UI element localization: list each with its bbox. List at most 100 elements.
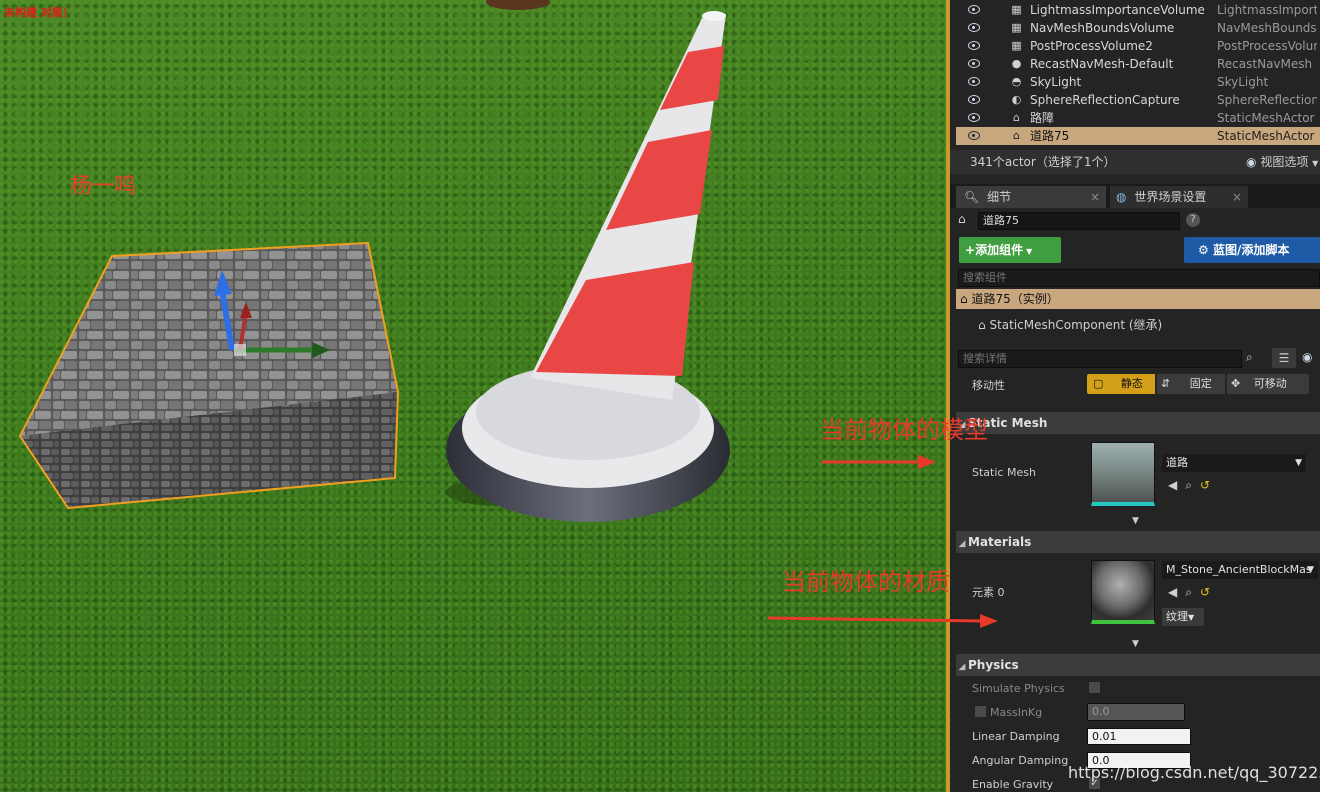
- simulate-physics-checkbox[interactable]: [1088, 681, 1101, 694]
- actor-name: 道路75: [1030, 129, 1070, 143]
- outliner-row[interactable]: ⌂ 路障 StaticMeshActor: [956, 109, 1320, 127]
- viewport-error-text: 未构建 对象）: [4, 6, 74, 19]
- material-element-label: 元素 0: [972, 586, 1005, 599]
- actor-type: SkyLight: [1217, 75, 1269, 89]
- view-options-label: 视图选项: [1260, 155, 1309, 169]
- mobility-stationary-button[interactable]: ⇵ 固定: [1157, 374, 1225, 394]
- eye-icon[interactable]: ◉: [1302, 350, 1312, 364]
- tab-details-label: 细节: [987, 190, 1012, 204]
- search-details-input[interactable]: [958, 350, 1242, 368]
- physics-section-header[interactable]: ◢ Physics: [956, 654, 1320, 676]
- material-value: M_Stone_AncientBlockMas: [1166, 563, 1312, 576]
- reset-icon[interactable]: ↺: [1200, 585, 1218, 599]
- outliner-row[interactable]: ● RecastNavMesh-Default RecastNavMesh: [956, 55, 1320, 73]
- expand-arrow-icon[interactable]: ▼: [1132, 639, 1139, 649]
- tab-details[interactable]: 🔍︎ 细节 ×: [956, 186, 1106, 208]
- visibility-eye-icon[interactable]: [968, 59, 980, 68]
- static-icon: ▢: [1093, 377, 1104, 390]
- outliner-row[interactable]: ▦ PostProcessVolume2 PostProcessVolur: [956, 37, 1320, 55]
- actor-type: LightmassImporta: [1217, 3, 1317, 17]
- visibility-eye-icon[interactable]: [968, 41, 980, 50]
- level-viewport[interactable]: 未构建 对象） 杨一鸣: [0, 0, 946, 792]
- blueprint-script-button[interactable]: ⚙ 蓝图/添加脚本: [1184, 237, 1320, 263]
- add-component-button[interactable]: +添加组件 ▼: [959, 237, 1061, 263]
- visibility-eye-icon[interactable]: [968, 23, 980, 32]
- visibility-eye-icon[interactable]: [968, 95, 980, 104]
- static-mesh-asset-tools: ◀⌕↺: [1168, 478, 1218, 493]
- static-mesh-icon: ⌂: [960, 292, 968, 306]
- texture-label: 纹理: [1166, 610, 1188, 623]
- tab-world-settings[interactable]: ◍ 世界场景设置 ×: [1110, 186, 1248, 208]
- viewport-scene: [18, 0, 730, 522]
- expand-arrow-icon[interactable]: ▼: [1132, 516, 1139, 526]
- sphere-icon: ●: [1011, 57, 1022, 70]
- actor-icon: ⌂: [958, 212, 966, 226]
- texture-dropdown-button[interactable]: 纹理▼: [1162, 608, 1204, 626]
- visibility-eye-icon[interactable]: [968, 131, 980, 140]
- volume-icon: ▦: [1011, 39, 1022, 52]
- mobility-label: 移动性: [972, 379, 1005, 392]
- static-label: 静态: [1120, 377, 1143, 390]
- volume-icon: ▦: [1011, 21, 1022, 34]
- outliner-row-selected[interactable]: ⌂ 道路75 StaticMeshActor: [956, 127, 1320, 145]
- visibility-eye-icon[interactable]: [968, 5, 980, 14]
- outliner-footer: 341个actor（选择了1个） ◉ 视图选项 ▼: [950, 150, 1320, 174]
- component-instance-row[interactable]: ⌂ 道路75（实例）: [956, 289, 1320, 309]
- collapse-arrow-icon: ◢: [958, 662, 966, 672]
- static-mesh-section-header[interactable]: ◢ Static Mesh: [956, 412, 1320, 434]
- static-mesh-label: Static Mesh: [972, 466, 1036, 479]
- visibility-eye-icon[interactable]: [968, 113, 980, 122]
- outliner-row[interactable]: ▦ LightmassImportanceVolume LightmassImp…: [956, 1, 1320, 19]
- chevron-down-icon: ▼: [1188, 613, 1195, 622]
- browse-search-icon[interactable]: ⌕: [1185, 585, 1200, 599]
- use-selected-arrow-icon[interactable]: ◀: [1168, 585, 1185, 599]
- materials-section-header[interactable]: ◢ Materials: [956, 531, 1320, 553]
- actor-count: 341个actor（选择了1个）: [970, 155, 1116, 169]
- actor-name: SphereReflectionCapture: [1030, 93, 1180, 107]
- linear-damping-input[interactable]: 0.01: [1087, 728, 1191, 745]
- material-asset-tools: ◀⌕↺: [1168, 585, 1218, 600]
- use-selected-arrow-icon[interactable]: ◀: [1168, 478, 1185, 492]
- static-mesh-icon: ⌂: [978, 318, 986, 332]
- actor-name: SkyLight: [1030, 75, 1082, 89]
- mass-input[interactable]: 0.0: [1087, 703, 1185, 721]
- volume-icon: ▦: [1011, 3, 1022, 16]
- static-mesh-icon: ⌂: [1013, 129, 1020, 142]
- static-mesh-dropdown[interactable]: 道路 ▼: [1162, 454, 1306, 472]
- material-dropdown[interactable]: M_Stone_AncientBlockMas ▼: [1162, 561, 1318, 579]
- actor-name: LightmassImportanceVolume: [1030, 3, 1205, 17]
- reset-icon[interactable]: ↺: [1200, 478, 1218, 492]
- list-view-icon[interactable]: ☰: [1272, 348, 1296, 368]
- help-icon[interactable]: ?: [1186, 213, 1200, 227]
- blueprint-label: 蓝图/添加脚本: [1212, 243, 1290, 257]
- outliner-row[interactable]: ◐ SphereReflectionCapture SphereReflecti…: [956, 91, 1320, 109]
- visibility-eye-icon[interactable]: [968, 77, 980, 86]
- mobility-movable-button[interactable]: ✥ 可移动: [1227, 374, 1309, 394]
- browse-search-icon[interactable]: ⌕: [1185, 478, 1200, 492]
- traffic-cone-mesh: [446, 11, 730, 522]
- close-icon[interactable]: ×: [1232, 186, 1242, 208]
- reflection-icon: ◐: [1011, 93, 1022, 106]
- view-options-button[interactable]: ◉ 视图选项 ▼: [1246, 153, 1318, 170]
- material-thumbnail[interactable]: [1091, 560, 1155, 624]
- magnifier-icon: 🔍︎: [964, 190, 980, 204]
- close-icon[interactable]: ×: [1090, 186, 1100, 208]
- mobility-static-button[interactable]: ▢ 静态: [1087, 374, 1155, 394]
- right-panel: ▦ LightmassImportanceVolume LightmassImp…: [950, 0, 1320, 792]
- simulate-physics-label: Simulate Physics: [972, 682, 1065, 695]
- enable-gravity-label: Enable Gravity: [972, 778, 1054, 791]
- mass-override-checkbox[interactable]: [974, 705, 987, 718]
- globe-icon: ◍: [1116, 190, 1127, 204]
- physics-header-label: Physics: [968, 658, 1019, 672]
- outliner-row[interactable]: ▦ NavMeshBoundsVolume NavMeshBounds\: [956, 19, 1320, 37]
- static-mesh-component-row[interactable]: ⌂ StaticMeshComponent (继承): [978, 316, 1162, 334]
- search-components-input[interactable]: [958, 269, 1320, 287]
- actor-name-field[interactable]: 道路75: [978, 212, 1180, 230]
- tab-world-settings-label: 世界场景设置: [1134, 190, 1207, 204]
- static-mesh-thumbnail[interactable]: [1091, 442, 1155, 506]
- collapse-arrow-icon: ◢: [958, 539, 966, 549]
- actor-name: 路障: [1030, 111, 1055, 125]
- move-icon: ✥: [1231, 377, 1241, 390]
- stump-shape: [486, 0, 550, 10]
- outliner-row[interactable]: ◓ SkyLight SkyLight: [956, 73, 1320, 91]
